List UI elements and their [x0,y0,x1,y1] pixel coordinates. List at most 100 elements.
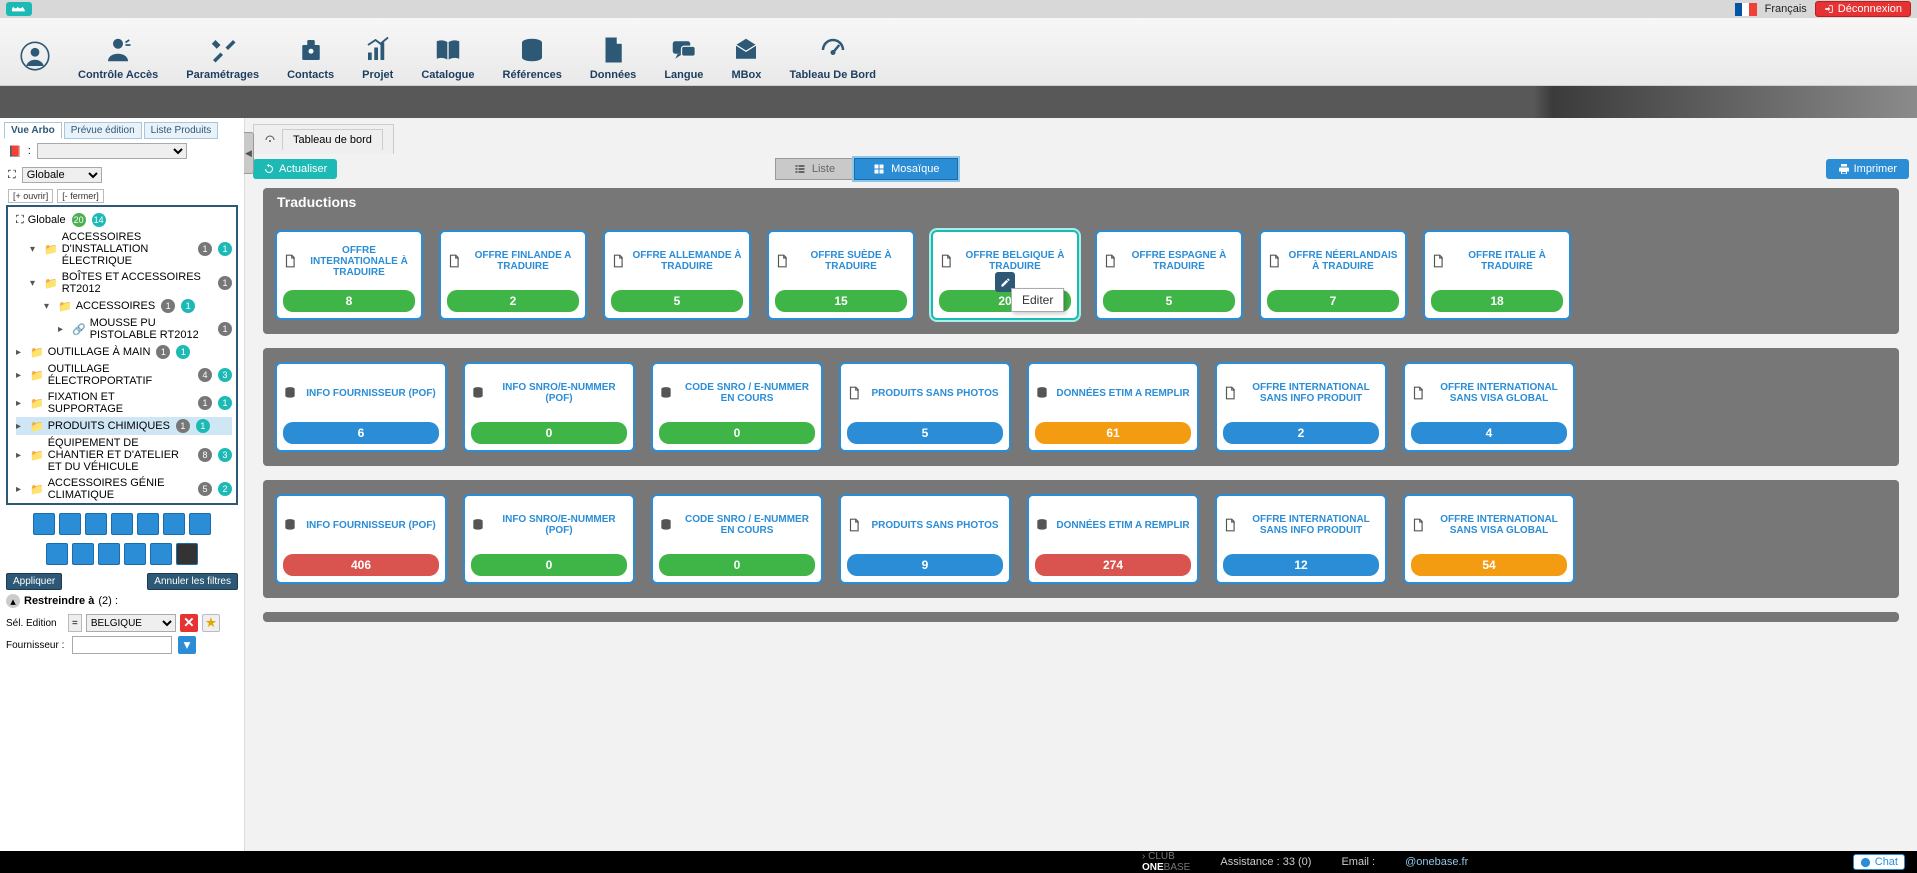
expand-icon[interactable] [16,397,26,409]
mask-badge[interactable] [6,2,32,16]
expand-icon[interactable] [16,346,26,358]
dashboard-card[interactable]: INFO FOURNISSEUR (POF)406 [275,494,447,584]
print-button[interactable]: Imprimer [1826,159,1909,179]
expand-icon[interactable] [16,369,26,381]
nav-references[interactable]: Références [503,35,562,85]
tree-node[interactable]: PRODUITS CHIMIQUES11 [16,417,232,435]
dashboard-card[interactable]: OFFRE NÉERLANDAIS À TRADUIRE7 [1259,230,1407,320]
dashboard-card[interactable]: OFFRE INTERNATIONAL SANS INFO PRODUIT2 [1215,362,1387,452]
dashboard-card[interactable]: INFO FOURNISSEUR (POF)6 [275,362,447,452]
dashboard-card[interactable]: OFFRE SUÈDE À TRADUIRE15 [767,230,915,320]
filter-favorite-button[interactable]: ★ [202,614,220,632]
logout-button[interactable]: Déconnexion [1815,1,1911,17]
tool-btn-1[interactable] [33,513,55,535]
dashboard-card[interactable]: INFO SNRO/E-NUMMER (POF)0 [463,494,635,584]
catalog-select[interactable] [37,143,187,159]
language-label[interactable]: Français [1765,3,1807,15]
dashboard-card[interactable]: OFFRE BELGIQUE À TRADUIRE20Editer [931,230,1079,320]
dashboard-card[interactable]: OFFRE ESPAGNE À TRADUIRE5 [1095,230,1243,320]
dashboard-card[interactable]: DONNÉES ETIM A REMPLIR61 [1027,362,1199,452]
tree-node[interactable]: ACCESSOIRES D'INSTALLATION ÉLECTRIQUE11 [30,229,232,269]
scope-select[interactable]: Globale [22,167,102,183]
nav-mbox[interactable]: MBox [731,35,761,85]
filter-edition-select[interactable]: BELGIQUE [86,614,176,632]
dashboard-card[interactable]: OFFRE INTERNATIONAL SANS INFO PRODUIT12 [1215,494,1387,584]
tree-node[interactable]: 🔗MOUSSE PU PISTOLABLE RT20121 [58,315,232,343]
tool-btn-12[interactable] [150,543,172,565]
tree-node[interactable]: OUTILLAGE À MAIN11 [16,343,232,361]
edit-tooltip: Editer [1011,288,1064,312]
link-icon: 🔗 [72,323,86,336]
tool-btn-7[interactable] [189,513,211,535]
footer-email-value[interactable]: @onebase.fr [1405,856,1468,868]
tree-root[interactable]: ⛶ Globale 20 14 [16,211,232,229]
tree-node[interactable]: ACCESSOIRES11 [44,297,232,315]
nav-controle-acces[interactable]: Contrôle Accès [78,35,158,85]
dashboard-card[interactable]: OFFRE FINLANDE A TRADUIRE2 [439,230,587,320]
dashboard-card[interactable]: OFFRE INTERNATIONAL SANS VISA GLOBAL4 [1403,362,1575,452]
nav-donnees[interactable]: Données [590,35,636,85]
expand-icon[interactable] [16,420,26,432]
expand-icon[interactable] [16,449,26,461]
tool-btn-4[interactable] [111,513,133,535]
tool-btn-5[interactable] [137,513,159,535]
nav-projet[interactable]: Projet [362,35,393,85]
tool-btn-9[interactable] [72,543,94,565]
cancel-filters-button[interactable]: Annuler les filtres [147,573,238,590]
dashboard-card[interactable]: PRODUITS SANS PHOTOS5 [839,362,1011,452]
tree-node[interactable]: ÉQUIPEMENT DE CHANTIER ET D'ATELIER ET D… [16,435,232,475]
tree-node[interactable]: FIXATION ET SUPPORTAGE11 [16,389,232,417]
nav-parametrages[interactable]: Paramétrages [186,35,259,85]
expand-icon[interactable] [16,483,26,495]
sidebar-tab-prevue-edition[interactable]: Prévue édition [64,122,142,139]
tool-btn-10[interactable] [98,543,120,565]
chat-button[interactable]: Chat [1853,854,1905,870]
tool-btn-11[interactable] [124,543,146,565]
view-mosaic-button[interactable]: Mosaïque [854,158,958,180]
nav-langue[interactable]: Langue [664,35,703,85]
tree-node-label: ACCESSOIRES GÉNIE CLIMATIQUE [48,477,192,501]
tree-node[interactable]: OUTILLAGE ÉLECTROPORTATIF43 [16,361,232,389]
dashboard-card[interactable]: INFO SNRO/E-NUMMER (POF)0 [463,362,635,452]
dashboard-card[interactable]: CODE SNRO / E-NUMMER EN COURS0 [651,494,823,584]
filter-add-button[interactable]: ▾ [178,636,196,654]
sidebar-collapse-handle[interactable]: ◀ [244,132,254,174]
expand-icon[interactable] [30,277,40,289]
dashboard-card[interactable]: DONNÉES ETIM A REMPLIR274 [1027,494,1199,584]
tree-node[interactable]: BOÎTES ET ACCESSOIRES RT20121 [30,269,232,297]
filter-fournisseur-input[interactable] [72,636,172,654]
sidebar-tab-liste-produits[interactable]: Liste Produits [144,122,219,139]
tree-node[interactable]: ACCESSOIRES GÉNIE CLIMATIQUE52 [16,475,232,503]
dashboard-card[interactable]: PRODUITS SANS PHOTOS9 [839,494,1011,584]
nav-contacts[interactable]: Contacts [287,35,334,85]
dashboard-card[interactable]: OFFRE ITALIE À TRADUIRE18 [1423,230,1571,320]
tool-btn-13[interactable] [176,543,198,565]
expand-icon[interactable] [44,300,54,312]
dashboard-card[interactable]: OFFRE INTERNATIONAL SANS VISA GLOBAL54 [1403,494,1575,584]
database-icon [471,518,485,532]
nav-catalogue[interactable]: Catalogue [421,35,474,85]
tool-btn-6[interactable] [163,513,185,535]
tool-btn-3[interactable] [85,513,107,535]
tool-btn-2[interactable] [59,513,81,535]
tree-panel[interactable]: ⛶ Globale 20 14 ACCESSOIRES D'INSTALLATI… [6,205,238,505]
sidebar-tab-vue-arbo[interactable]: Vue Arbo [4,122,62,139]
dashboard-card[interactable]: OFFRE INTERNATIONALE À TRADUIRE8 [275,230,423,320]
expand-all-button[interactable]: [+ ouvrir] [8,189,53,203]
nav-tableau-de-bord[interactable]: Tableau De Bord [789,35,876,85]
database-icon [283,518,297,532]
expand-icon[interactable] [30,243,40,255]
view-list-button[interactable]: Liste [775,158,854,180]
card-title: OFFRE INTERNATIONAL SANS VISA GLOBAL [1431,382,1567,404]
expand-icon[interactable] [58,323,68,335]
refresh-button[interactable]: Actualiser [253,159,337,179]
dashboard-card[interactable]: CODE SNRO / E-NUMMER EN COURS0 [651,362,823,452]
tool-btn-8[interactable] [46,543,68,565]
apply-filters-button[interactable]: Appliquer [6,573,62,590]
card-title: OFFRE ALLEMANDE À TRADUIRE [631,250,743,272]
collapse-all-button[interactable]: [- fermer] [57,189,104,203]
nav-avatar[interactable] [20,41,50,85]
dashboard-card[interactable]: OFFRE ALLEMANDE À TRADUIRE5 [603,230,751,320]
chevron-up-icon[interactable]: ▴ [6,594,20,608]
filter-delete-button[interactable]: ✕ [180,614,198,632]
